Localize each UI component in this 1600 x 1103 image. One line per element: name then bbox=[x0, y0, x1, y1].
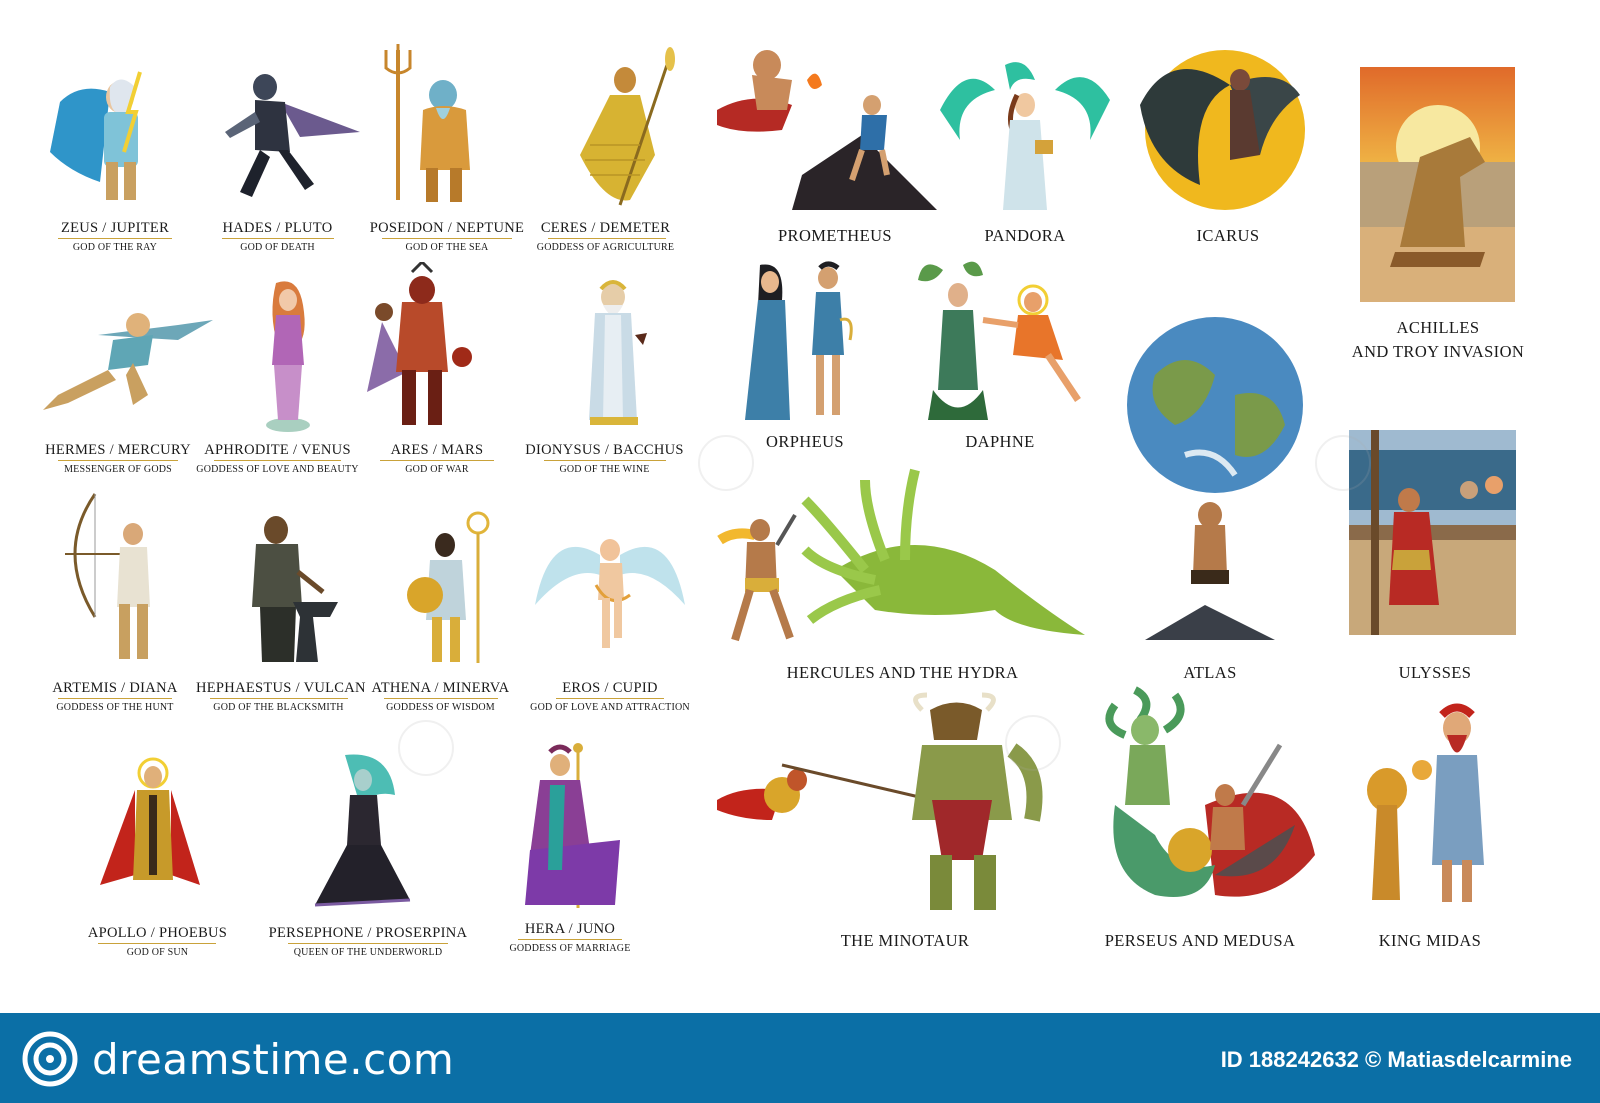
name-divider bbox=[380, 460, 494, 461]
deity-title: GOD OF THE SEA bbox=[405, 242, 489, 253]
medusa-scene-icon bbox=[1095, 685, 1320, 915]
hera-figure-icon bbox=[520, 740, 630, 910]
story-label: ULYSSES bbox=[1398, 663, 1472, 682]
deity-title: GODDESS OF AGRICULTURE bbox=[536, 242, 675, 253]
minotaur-scene-icon bbox=[712, 690, 1057, 915]
name-divider bbox=[58, 460, 178, 461]
eros-figure-icon bbox=[530, 515, 690, 660]
watermark-swirl-icon bbox=[698, 435, 754, 491]
name-divider bbox=[556, 698, 664, 699]
name-divider bbox=[58, 238, 172, 239]
hades-figure-icon bbox=[210, 62, 360, 212]
story-label: PERSEUS AND MEDUSA bbox=[1104, 931, 1296, 950]
deity-title: GOD OF THE BLACKSMITH bbox=[213, 702, 344, 713]
name-divider bbox=[544, 460, 666, 461]
poseidon-figure-icon bbox=[378, 40, 508, 212]
deity-name: POSEIDON / NEPTUNE bbox=[369, 220, 525, 236]
name-divider bbox=[548, 238, 666, 239]
deity-title: GOD OF DEATH bbox=[240, 242, 315, 253]
deity-name: CERES / DEMETER bbox=[540, 220, 671, 236]
deity-title: GODDESS OF THE HUNT bbox=[56, 702, 174, 713]
persephone-figure-icon bbox=[305, 750, 415, 915]
deity-title: GODDESS OF MARRIAGE bbox=[509, 943, 631, 954]
watermark-swirl-icon bbox=[1005, 715, 1061, 771]
deity-name: DIONYSUS / BACCHUS bbox=[525, 442, 684, 458]
deity-name: HERMES / MERCURY bbox=[45, 442, 191, 458]
artemis-figure-icon bbox=[55, 492, 170, 667]
dionysus-figure-icon bbox=[575, 275, 655, 433]
pandora-scene-icon bbox=[935, 60, 1115, 215]
footer-credit: ID 188242632 © Matiasdelcarmine bbox=[1220, 1047, 1572, 1072]
story-label: ACHILLES AND TROY INVASION bbox=[1351, 318, 1525, 361]
aphrodite-figure-icon bbox=[248, 275, 328, 435]
deity-title: GOD OF WAR bbox=[405, 464, 469, 475]
daphne-scene-icon bbox=[913, 260, 1098, 425]
deity-title: GOD OF SUN bbox=[126, 947, 189, 958]
hermes-figure-icon bbox=[38, 285, 218, 425]
story-label: ATLAS bbox=[1183, 663, 1237, 682]
deity-name: ZEUS / JUPITER bbox=[60, 220, 170, 236]
deity-name: ARES / MARS bbox=[390, 442, 484, 458]
atlas-globe-scene-icon bbox=[1125, 315, 1305, 645]
deity-title: QUEEN OF THE UNDERWORLD bbox=[293, 947, 443, 958]
ares-figure-icon bbox=[362, 262, 482, 437]
name-divider bbox=[214, 460, 341, 461]
zeus-figure-icon bbox=[40, 62, 170, 212]
story-label: KING MIDAS bbox=[1378, 931, 1482, 950]
name-divider bbox=[382, 238, 512, 239]
name-divider bbox=[384, 698, 498, 699]
deity-title: GOD OF LOVE AND ATTRACTION bbox=[530, 702, 690, 713]
deity-title: GOD OF THE RAY bbox=[72, 242, 158, 253]
prometheus-scene-icon bbox=[712, 35, 937, 215]
deity-name: APHRODITE / VENUS bbox=[204, 442, 351, 458]
athena-figure-icon bbox=[400, 505, 500, 667]
story-label: HERCULES AND THE HYDRA bbox=[786, 663, 1019, 682]
orpheus-scene-icon bbox=[740, 260, 870, 425]
deity-title: GODDESS OF WISDOM bbox=[386, 702, 495, 713]
deity-name: PERSEPHONE / PROSERPINA bbox=[268, 925, 468, 941]
watermark-swirl-icon bbox=[398, 720, 454, 776]
story-label: PROMETHEUS bbox=[777, 226, 892, 245]
apollo-figure-icon bbox=[95, 755, 205, 915]
ulysses-ship-scene-icon bbox=[1349, 430, 1516, 635]
deity-name: HADES / PLUTO bbox=[222, 220, 333, 236]
deity-name: APOLLO / PHOEBUS bbox=[87, 925, 228, 941]
name-divider bbox=[222, 238, 334, 239]
story-label: ORPHEUS bbox=[766, 432, 844, 451]
name-divider bbox=[210, 698, 348, 699]
deity-name: ARTEMIS / DIANA bbox=[52, 680, 178, 696]
trojan-horse-scene-icon bbox=[1360, 67, 1515, 302]
story-label: DAPHNE bbox=[965, 432, 1035, 451]
deity-name: HEPHAESTUS / VULCAN bbox=[196, 680, 366, 696]
story-label: THE MINOTAUR bbox=[840, 931, 970, 950]
watermark-swirl-icon bbox=[1315, 435, 1371, 491]
story-label: ICARUS bbox=[1196, 226, 1260, 245]
midas-scene-icon bbox=[1362, 700, 1497, 910]
ceres-figure-icon bbox=[560, 45, 685, 212]
name-divider bbox=[58, 698, 172, 699]
deity-title: MESSENGER OF GODS bbox=[64, 464, 172, 475]
dreamstime-logo-icon bbox=[22, 1031, 78, 1087]
icarus-scene-icon bbox=[1130, 45, 1315, 220]
deity-name: EROS / CUPID bbox=[562, 680, 658, 696]
deity-title: GODDESS OF LOVE AND BEAUTY bbox=[196, 464, 359, 475]
hephaestus-figure-icon bbox=[238, 512, 348, 667]
deity-title: GOD OF THE WINE bbox=[559, 464, 650, 475]
name-divider bbox=[518, 939, 622, 940]
hydra-scene-icon bbox=[715, 460, 1095, 655]
name-divider bbox=[288, 943, 448, 944]
deity-name: HERA / JUNO bbox=[524, 921, 616, 937]
name-divider bbox=[98, 943, 216, 944]
story-label: PANDORA bbox=[984, 226, 1066, 245]
footer-brand: dreamstime.com bbox=[92, 1035, 455, 1084]
footer-banner: dreamstime.com ID 188242632 © Matiasdelc… bbox=[0, 1013, 1600, 1103]
deity-name: ATHENA / MINERVA bbox=[371, 680, 510, 696]
